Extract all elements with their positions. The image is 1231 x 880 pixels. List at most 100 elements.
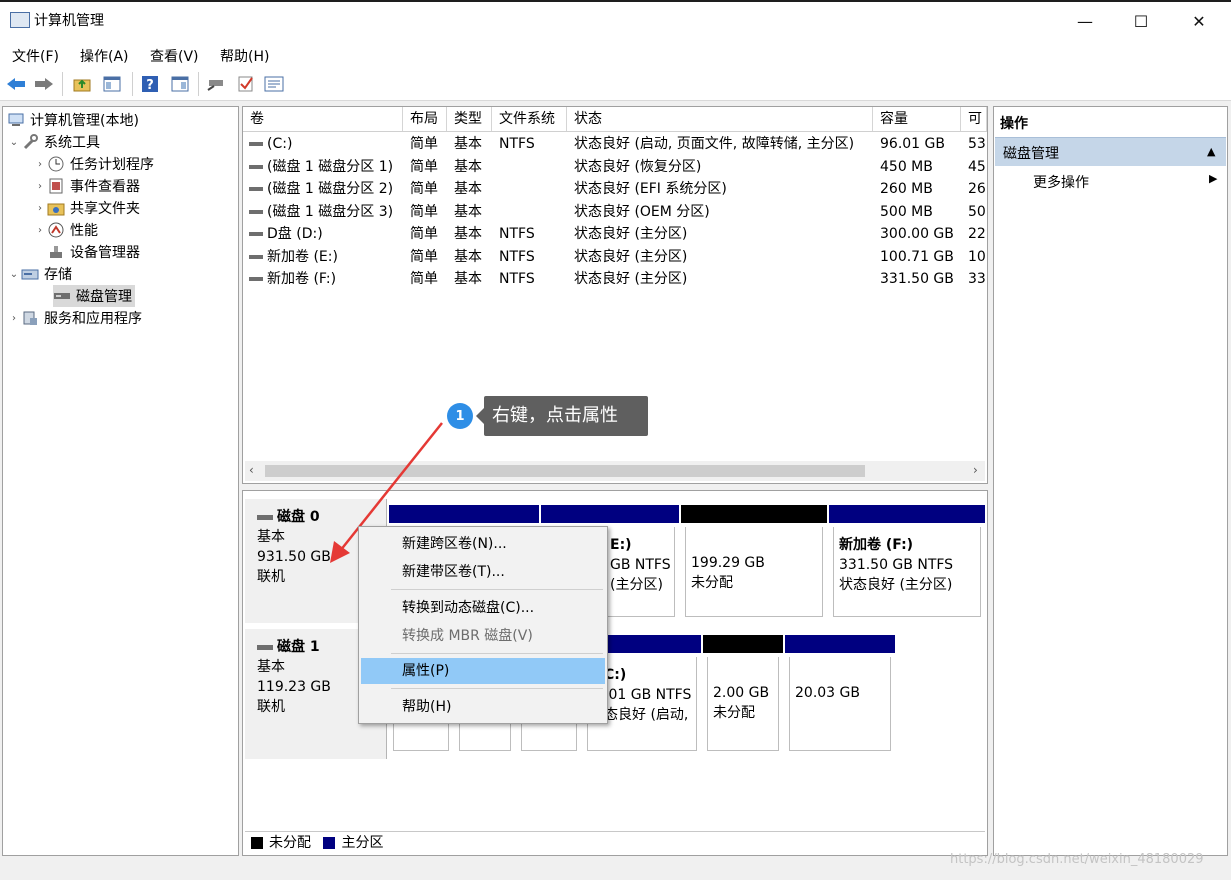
minimize-button[interactable]: — [1056, 2, 1114, 40]
chevron-right-icon[interactable]: › [33, 225, 47, 236]
unallocated-label: 未分配 [713, 705, 755, 721]
column-volume[interactable]: 卷 [243, 107, 403, 131]
tree-item-system-tools[interactable]: ⌄ 系统工具 [3, 131, 238, 153]
tree-item-performance[interactable]: › 性能 [3, 219, 238, 241]
chevron-down-icon[interactable]: ⌄ [7, 137, 21, 148]
tree-item-device-manager[interactable]: 设备管理器 [3, 241, 238, 263]
cell-text: 22 [968, 226, 986, 242]
menu-separator [391, 589, 603, 590]
menu-new-spanned-volume[interactable]: 新建跨区卷(N)... [361, 531, 605, 557]
actions-section-disk-management[interactable]: 磁盘管理 ▲ [995, 137, 1226, 166]
menu-view[interactable]: 查看(V) [150, 46, 199, 66]
chevron-right-icon[interactable]: › [33, 159, 47, 170]
cell-text: 基本 [454, 203, 482, 220]
collapse-icon[interactable]: ▲ [1207, 145, 1215, 158]
tree-item-label: 存储 [44, 267, 72, 283]
tree-item-label: 设备管理器 [70, 245, 140, 261]
show-hide-tree-icon[interactable] [102, 74, 122, 94]
unallocated-size: 2.00 GB [713, 685, 770, 701]
menu-action[interactable]: 操作(A) [80, 46, 129, 66]
tree-item-disk-management[interactable]: 磁盘管理 [3, 285, 238, 307]
menu-convert-dynamic[interactable]: 转换到动态磁盘(C)... [361, 595, 605, 621]
table-row[interactable]: (磁盘 1 磁盘分区 2) 简单 基本 状态良好 (EFI 系统分区) 260 MB 26 [243, 178, 987, 200]
help-icon[interactable]: ? [140, 74, 160, 94]
column-filesystem[interactable]: 文件系统 [492, 107, 567, 131]
chevron-right-icon[interactable]: › [33, 203, 47, 214]
legend-unallocated: 未分配 [269, 835, 311, 851]
tree-item-shared-folders[interactable]: › 共享文件夹 [3, 197, 238, 219]
table-cell: 状态良好 (主分区) [567, 223, 873, 245]
tools-icon [21, 134, 39, 150]
tree-item-event-viewer[interactable]: › 事件查看器 [3, 175, 238, 197]
volume-icon [249, 254, 263, 259]
table-row[interactable]: 新加卷 (F:) 简单 基本 NTFS 状态良好 (主分区) 331.50 GB 33 [243, 268, 987, 290]
column-capacity[interactable]: 容量 [873, 107, 961, 131]
disk-type: 基本 [257, 659, 285, 675]
table-row[interactable]: (磁盘 1 磁盘分区 3) 简单 基本 状态良好 (OEM 分区) 500 MB 50 [243, 201, 987, 223]
properties-list-icon[interactable] [264, 74, 284, 94]
chevron-right-icon[interactable]: › [7, 313, 21, 324]
forward-icon[interactable] [34, 74, 54, 94]
table-row[interactable]: (C:) 简单 基本 NTFS 状态良好 (启动, 页面文件, 故障转储, 主分区) 96… [243, 133, 987, 155]
table-cell: 22 [961, 223, 987, 245]
shared-folder-icon [47, 200, 65, 216]
column-free[interactable]: 可 [961, 107, 987, 131]
cell-text: 基本 [454, 136, 482, 152]
disk-size: 119.23 GB [257, 679, 331, 695]
disk0-partition-f[interactable]: 新加卷 (F:) 331.50 GB NTFS 状态良好 (主分区) [829, 505, 985, 621]
table-cell: 简单 [403, 246, 447, 268]
chevron-right-icon[interactable]: › [33, 181, 47, 192]
more-actions[interactable]: 更多操作 ▶ [995, 169, 1226, 193]
tree-item-services-apps[interactable]: › 服务和应用程序 [3, 307, 238, 329]
scroll-right-icon[interactable]: › [973, 463, 978, 477]
unallocated-label: 未分配 [691, 575, 733, 591]
back-icon[interactable] [6, 74, 26, 94]
toolbar-separator [62, 72, 63, 96]
chevron-down-icon[interactable]: ⌄ [7, 269, 21, 280]
navigation-tree: 计算机管理(本地) ⌄ 系统工具 › 任务计划程序 › 事件查看器 › 共享文件… [2, 106, 239, 856]
table-row[interactable]: D盘 (D:) 简单 基本 NTFS 状态良好 (主分区) 300.00 GB 22 [243, 223, 987, 245]
scroll-left-icon[interactable]: ‹ [249, 463, 254, 477]
table-cell: 33 [961, 268, 987, 290]
table-row[interactable]: 新加卷 (E:) 简单 基本 NTFS 状态良好 (主分区) 100.71 GB 10 [243, 246, 987, 268]
table-cell: 状态良好 (主分区) [567, 246, 873, 268]
tree-item-task-scheduler[interactable]: › 任务计划程序 [3, 153, 238, 175]
action-pane-icon[interactable] [170, 74, 190, 94]
column-layout[interactable]: 布局 [403, 107, 447, 131]
disk-name: 磁盘 0 [277, 509, 320, 525]
up-folder-icon[interactable] [72, 74, 92, 94]
cell-text: 331.50 GB [880, 271, 954, 287]
table-cell: 简单 [403, 201, 447, 223]
disk1-partition-last[interactable]: 20.03 GB [785, 635, 895, 755]
tree-item-storage[interactable]: ⌄ 存储 [3, 263, 238, 285]
disk0-unallocated[interactable]: 199.29 GB 未分配 [681, 505, 827, 621]
partition-status: (主分区) [610, 577, 663, 593]
cell-text: 基本 [454, 226, 482, 242]
column-type[interactable]: 类型 [447, 107, 492, 131]
table-cell: D盘 (D:) [243, 223, 403, 245]
partition-size: 20.03 GB [795, 685, 860, 701]
svg-text:?: ? [146, 78, 154, 93]
cell-text: 96.01 GB [880, 136, 945, 152]
computer-management-icon [10, 12, 30, 28]
close-button[interactable]: ✕ [1170, 2, 1228, 40]
cell-text: 基本 [454, 271, 482, 287]
check-icon[interactable] [236, 74, 256, 94]
column-status[interactable]: 状态 [567, 107, 873, 131]
disk1-unallocated[interactable]: 2.00 GB 未分配 [703, 635, 783, 755]
table-cell: 50 [961, 201, 987, 223]
maximize-button[interactable]: ☐ [1112, 2, 1170, 40]
legend: 未分配 主分区 [245, 831, 985, 853]
menu-properties[interactable]: 属性(P) [361, 658, 605, 684]
table-row[interactable]: (磁盘 1 磁盘分区 1) 简单 基本 状态良好 (恢复分区) 450 MB 45 [243, 156, 987, 178]
menu-file[interactable]: 文件(F) [12, 46, 59, 66]
menu-help[interactable]: 帮助(H) [220, 46, 269, 66]
tree-root[interactable]: 计算机管理(本地) [3, 109, 238, 131]
menu-help-item[interactable]: 帮助(H) [361, 694, 605, 720]
table-cell: 状态良好 (EFI 系统分区) [567, 178, 873, 200]
cell-text: D盘 (D:) [267, 226, 323, 242]
menu-new-striped-volume[interactable]: 新建带区卷(T)... [361, 559, 605, 585]
connect-icon[interactable] [206, 74, 226, 94]
table-cell: 新加卷 (E:) [243, 246, 403, 268]
volume-icon [249, 164, 263, 169]
